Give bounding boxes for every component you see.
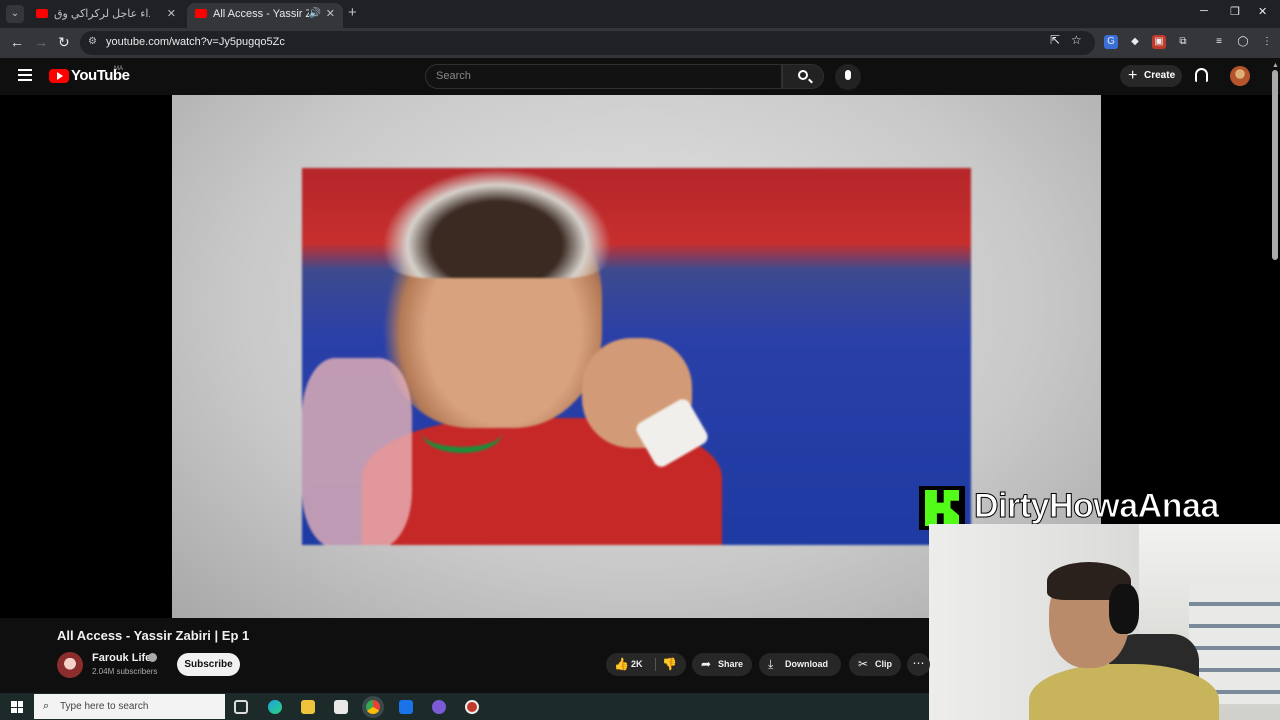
plus-icon: +	[1128, 67, 1138, 84]
site-info-icon[interactable]: ⚙	[88, 36, 97, 47]
translate-extension-icon[interactable]: G	[1104, 35, 1118, 49]
diamond-extension-icon[interactable]: ◆	[1128, 35, 1142, 49]
address-bar[interactable]: ⚙ youtube.com/watch?v=Jy5pugqo5Zc	[80, 31, 1095, 55]
microsoft-store-icon[interactable]	[334, 700, 348, 714]
search-icon: ⌕	[43, 700, 50, 712]
chrome-icon[interactable]	[366, 700, 380, 714]
reload-icon[interactable]: ↻	[58, 34, 70, 51]
dislike-icon[interactable]: 👎	[662, 653, 677, 676]
bookmark-star-icon[interactable]: ☆	[1071, 33, 1082, 47]
country-code: MA	[114, 66, 123, 72]
microphone-icon	[845, 70, 851, 80]
obs-icon[interactable]	[465, 700, 479, 714]
app-icon[interactable]	[432, 700, 446, 714]
channel-avatar[interactable]	[57, 652, 83, 678]
notifications-bell-icon[interactable]	[1195, 68, 1208, 82]
share-label: Share	[718, 659, 744, 669]
download-label: Download	[785, 659, 828, 669]
clip-label: Clip	[875, 659, 892, 669]
webcam-overlay	[929, 524, 1280, 720]
create-label: Create	[1144, 70, 1176, 81]
like-dislike-group: 👍 2K 👎	[606, 653, 686, 676]
subscribe-button[interactable]: Subscribe	[177, 653, 240, 676]
video-title: All Access - Yassir Zabiri | Ep 1	[57, 628, 250, 643]
speaker-icon[interactable]: 🔊	[309, 3, 321, 25]
url-text[interactable]: youtube.com/watch?v=Jy5pugqo5Zc	[106, 36, 285, 48]
clip-button[interactable]: ✂ Clip	[849, 653, 901, 676]
task-view-icon[interactable]	[234, 700, 248, 714]
search-icon	[798, 70, 808, 80]
restore-icon[interactable]: ❐	[1230, 5, 1240, 18]
create-button[interactable]: + Create	[1120, 65, 1182, 87]
minimize-icon[interactable]: ─	[1200, 5, 1208, 17]
close-tab-icon[interactable]: ✕	[167, 3, 176, 25]
red-extension-icon[interactable]: ▣	[1152, 35, 1166, 49]
search-input[interactable]	[436, 70, 766, 82]
verified-badge-icon	[148, 653, 157, 662]
windows-start-icon[interactable]	[11, 701, 23, 713]
share-button[interactable]: ➦ Share	[692, 653, 752, 676]
youtube-logo-icon[interactable]	[49, 69, 69, 83]
like-divider	[655, 658, 656, 671]
browser-tab-2[interactable]: All Access - Yassir Zabiri | Ep 🔊 ✕	[187, 3, 343, 28]
menu-icon[interactable]	[18, 69, 32, 81]
tab-title: All Access - Yassir Zabiri | Ep	[213, 8, 309, 20]
more-actions-icon[interactable]: ⋯	[907, 653, 930, 676]
scissors-icon: ✂	[858, 657, 869, 671]
media-control-icon[interactable]: ≡	[1212, 35, 1226, 49]
browser-tab-strip: ⌄ بوزروق وجه نداء عاجل لركراكي وق ✕ All …	[0, 0, 1280, 28]
download-button[interactable]: ⤓ Download	[759, 653, 841, 676]
youtube-header: YouTube MA +Create	[0, 58, 1280, 95]
file-explorer-icon[interactable]	[301, 700, 315, 714]
profile-icon[interactable]: ◯	[1236, 35, 1250, 49]
page-scrollbar[interactable]	[1272, 70, 1278, 260]
browser-toolbar: ← → ↻ ⚙ youtube.com/watch?v=Jy5pugqo5Zc …	[0, 28, 1280, 58]
account-avatar[interactable]	[1230, 66, 1250, 86]
outlook-icon[interactable]	[399, 700, 413, 714]
extensions-puzzle-icon[interactable]: ⧉	[1176, 35, 1190, 49]
taskbar-search[interactable]: ⌕ Type here to search	[34, 694, 225, 719]
voice-search-button[interactable]	[835, 64, 861, 90]
edge-browser-icon[interactable]	[268, 700, 282, 714]
search-button[interactable]	[782, 64, 824, 89]
back-icon[interactable]: ←	[10, 34, 24, 50]
subscriber-count: 2.04M subscribers	[92, 667, 158, 676]
share-arrow-icon: ➦	[701, 657, 712, 671]
tab-search-icon[interactable]: ⌄	[6, 5, 24, 23]
youtube-favicon-icon	[195, 9, 207, 18]
youtube-favicon-icon	[36, 9, 48, 18]
like-icon[interactable]: 👍	[614, 653, 629, 676]
close-tab-icon[interactable]: ✕	[326, 3, 335, 25]
background-figure-shape	[302, 358, 412, 545]
webcam-person-body	[1029, 664, 1219, 720]
new-tab-button[interactable]: +	[348, 4, 357, 21]
browser-tab-1[interactable]: بوزروق وجه نداء عاجل لركراكي وق ✕	[28, 3, 184, 28]
chrome-menu-icon[interactable]: ⋮	[1260, 35, 1274, 49]
like-count[interactable]: 2K	[631, 653, 643, 676]
close-window-icon[interactable]: ✕	[1258, 5, 1267, 18]
taskbar-search-placeholder: Type here to search	[60, 701, 149, 712]
install-app-icon[interactable]: ⇱	[1050, 33, 1060, 47]
search-box[interactable]	[425, 64, 782, 89]
headset-icon	[1109, 584, 1139, 634]
channel-name[interactable]: Farouk Life	[92, 652, 151, 664]
download-icon: ⤓	[768, 657, 774, 671]
video-content-image[interactable]	[302, 168, 971, 545]
tab-title: بوزروق وجه نداء عاجل لركراكي وق	[54, 8, 150, 20]
scroll-up-icon[interactable]: ▲	[1272, 62, 1279, 69]
streamer-name-overlay: DirtyHowaAnaa	[974, 487, 1220, 526]
player-hair-shape	[382, 168, 612, 278]
forward-icon[interactable]: →	[34, 34, 48, 50]
